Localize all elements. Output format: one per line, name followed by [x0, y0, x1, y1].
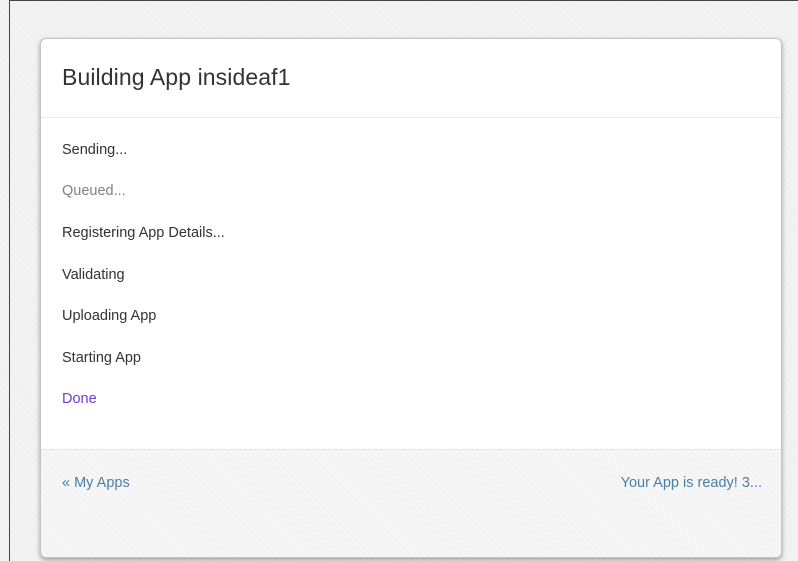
step-done: Done	[62, 391, 97, 407]
my-apps-link[interactable]: « My Apps	[62, 475, 130, 491]
dialog-footer: « My Apps Your App is ready! 3...	[41, 449, 781, 557]
step-sending: Sending...	[62, 142, 128, 158]
build-dialog: Building App insideaf1 Sending... Queued…	[40, 38, 782, 558]
step-uploading: Uploading App	[62, 308, 157, 324]
dialog-header: Building App insideaf1	[41, 39, 781, 118]
step-queued: Queued...	[62, 183, 126, 199]
step-starting: Starting App	[62, 350, 141, 366]
app-ready-link[interactable]: Your App is ready! 3...	[621, 475, 762, 491]
build-steps-list: Sending... Queued... Registering App Det…	[41, 118, 781, 448]
dialog-title: Building App insideaf1	[62, 64, 291, 90]
step-validating: Validating	[62, 267, 125, 283]
step-registering: Registering App Details...	[62, 225, 225, 241]
